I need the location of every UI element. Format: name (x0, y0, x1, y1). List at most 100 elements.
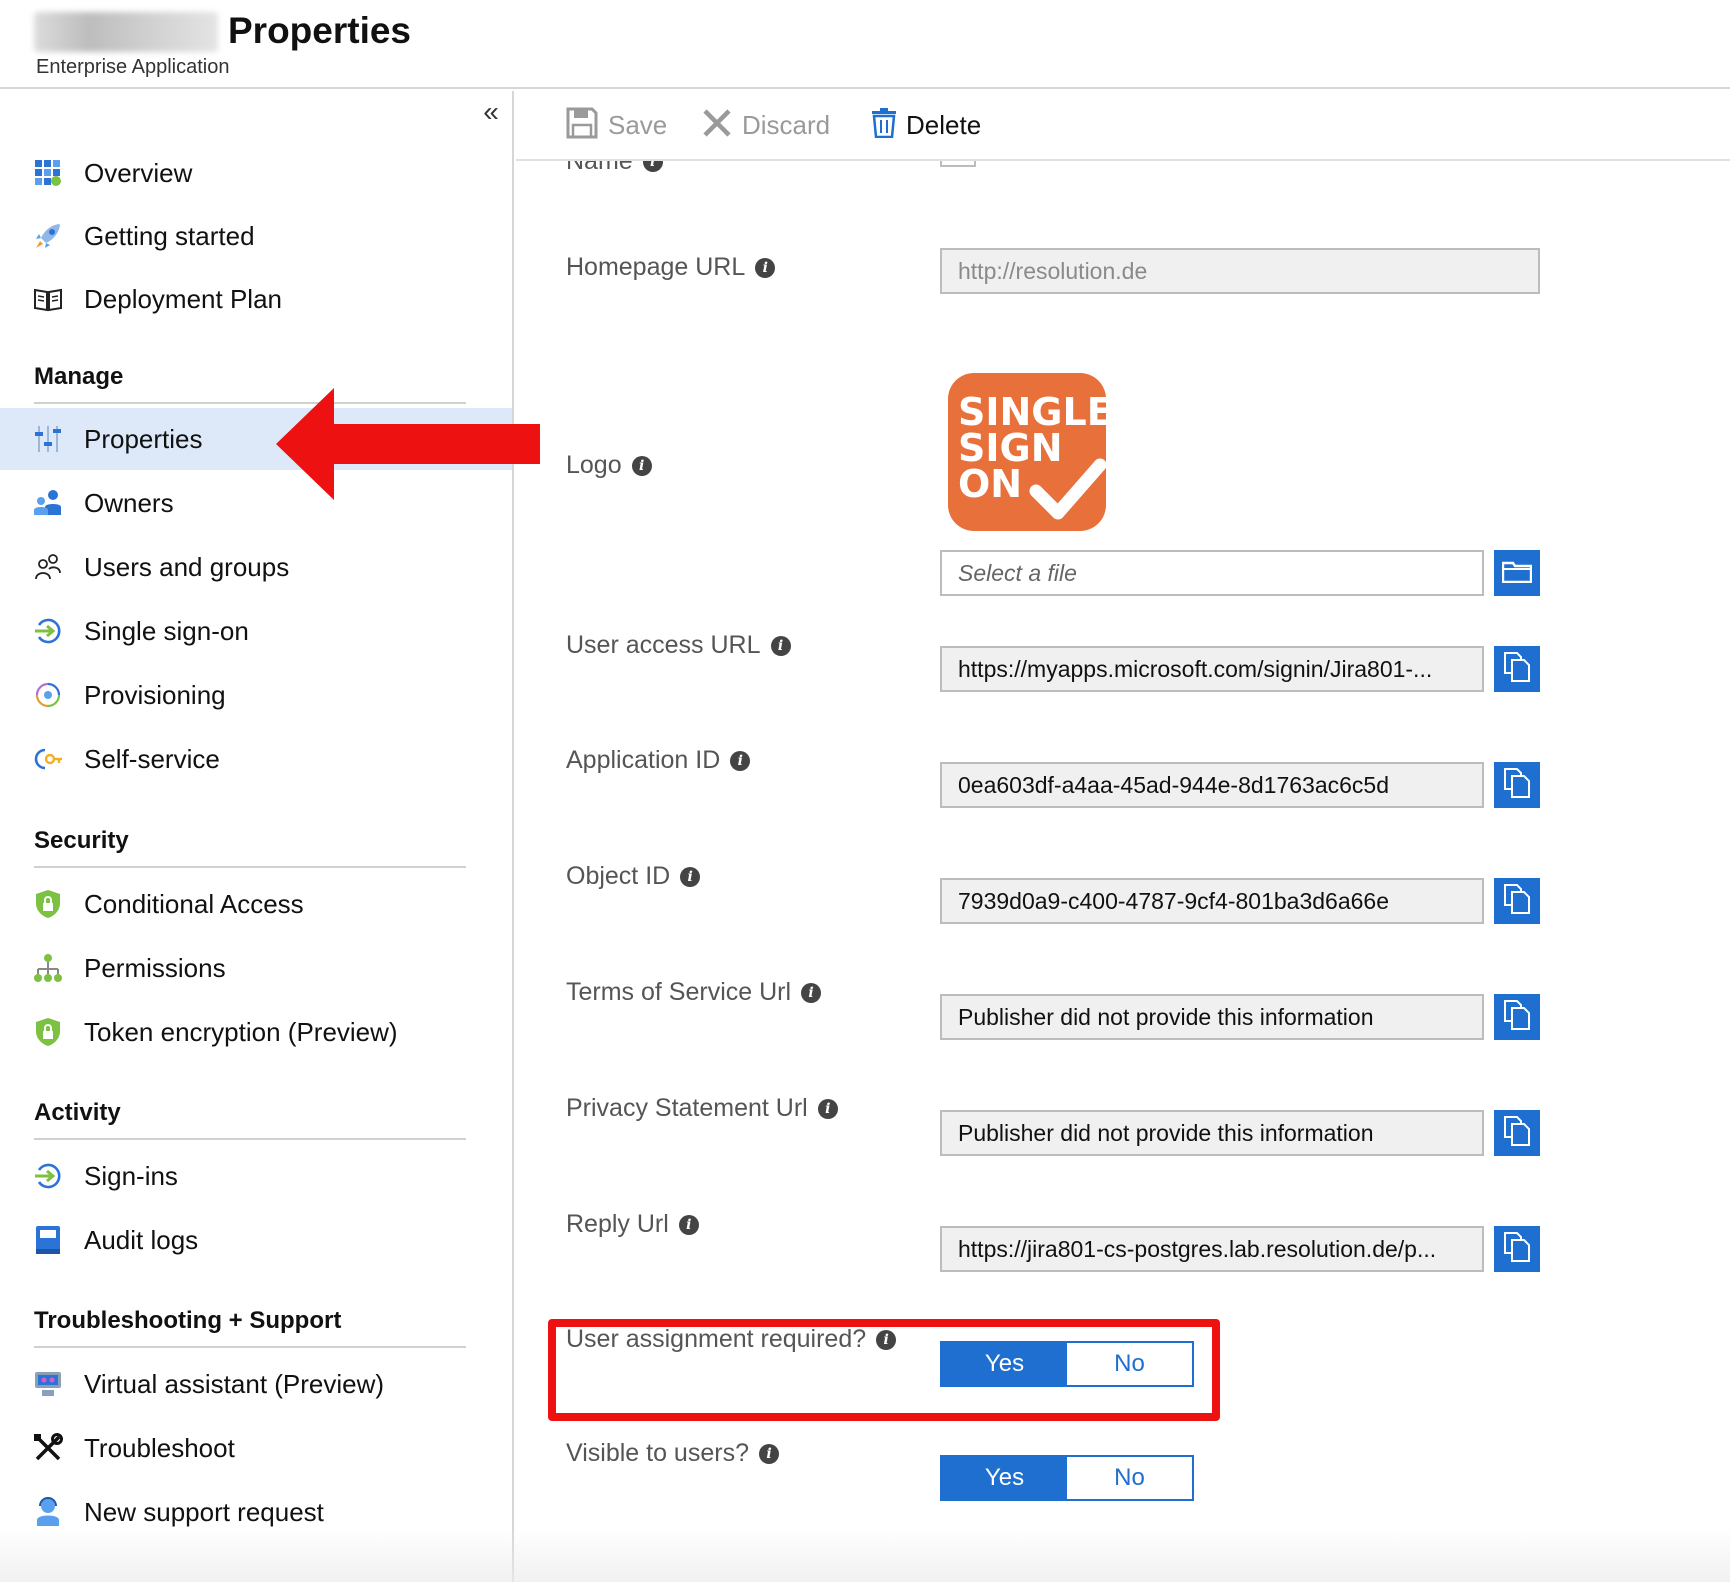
name-input[interactable] (940, 161, 976, 167)
homepage-url-label: Homepage URL i (566, 253, 776, 282)
sidebar-item-self-service[interactable]: Self-service (0, 728, 512, 790)
info-icon[interactable]: i (817, 1098, 838, 1119)
section-heading-troubleshooting: Troubleshooting + Support (34, 1307, 342, 1334)
section-divider (34, 1138, 466, 1140)
privacy-statement-url-field[interactable]: Publisher did not provide this informati… (940, 1110, 1484, 1156)
sign-in-arrow-icon (32, 1160, 64, 1192)
homepage-url-input[interactable]: http://resolution.de (940, 248, 1540, 294)
copy-application-id-button[interactable] (1494, 762, 1540, 808)
info-icon[interactable]: i (730, 750, 751, 771)
visible-to-users-toggle: Yes No (940, 1455, 1194, 1501)
sidebar-item-virtual-assistant[interactable]: Virtual assistant (Preview) (0, 1353, 512, 1415)
terms-of-service-url-field[interactable]: Publisher did not provide this informati… (940, 994, 1484, 1040)
save-label: Save (608, 109, 668, 140)
logo-label: Logo i (566, 451, 652, 480)
folder-icon (1501, 559, 1533, 588)
delete-button[interactable]: Delete (872, 105, 981, 145)
support-person-icon (32, 1496, 64, 1528)
copy-object-id-button[interactable] (1494, 878, 1540, 924)
toggle-no-option[interactable]: No (1067, 1457, 1192, 1499)
sidebar-item-label: Single sign-on (84, 615, 249, 646)
logo-text-line: ON (958, 462, 1022, 506)
copy-icon (1503, 1231, 1531, 1268)
info-icon[interactable]: i (755, 257, 776, 278)
app-name-redacted (34, 12, 218, 52)
terms-of-service-url-label: Terms of Service Url i (566, 978, 822, 1007)
trash-icon (872, 107, 896, 143)
reply-url-label: Reply Url i (566, 1210, 699, 1239)
application-id-field[interactable]: 0ea603df-a4aa-45ad-944e-8d1763ac6c5d (940, 762, 1484, 808)
info-icon[interactable]: i (801, 982, 822, 1003)
sidebar-item-getting-started[interactable]: Getting started (0, 205, 512, 267)
sidebar-item-label: Owners (84, 487, 174, 518)
annotation-arrow (276, 388, 540, 500)
copy-privacy-url-button[interactable] (1494, 1110, 1540, 1156)
sidebar-item-label: Audit logs (84, 1224, 199, 1255)
copy-terms-url-button[interactable] (1494, 994, 1540, 1040)
browse-file-button[interactable] (1494, 550, 1540, 596)
sidebar-item-provisioning[interactable]: Provisioning (0, 664, 512, 726)
sign-in-arrow-icon (32, 615, 64, 647)
discard-button[interactable]: Discard (702, 105, 830, 145)
people-icon (32, 487, 64, 519)
sidebar-item-label: Provisioning (84, 679, 226, 710)
sidebar-item-label: Permissions (84, 952, 226, 983)
shield-lock-icon (32, 888, 64, 920)
collapse-sidebar-icon[interactable]: « (478, 98, 504, 127)
toggle-no-option[interactable]: No (1067, 1343, 1192, 1385)
blade-header: Properties Enterprise Application (0, 0, 1730, 89)
sidebar-item-label: Conditional Access (84, 888, 304, 919)
info-icon[interactable]: i (876, 1329, 897, 1350)
visible-to-users-label: Visible to users? i (566, 1439, 779, 1468)
sidebar-item-new-support-request[interactable]: New support request (0, 1481, 512, 1543)
sidebar-item-label: New support request (84, 1496, 324, 1527)
logo-file-input[interactable]: Select a file (940, 550, 1484, 596)
page-title: Properties (228, 10, 412, 51)
copy-icon (1503, 883, 1531, 920)
sidebar-item-token-encryption[interactable]: Token encryption (Preview) (0, 1001, 512, 1063)
rocket-icon (32, 220, 64, 252)
copy-icon (1503, 767, 1531, 804)
sidebar-item-troubleshoot[interactable]: Troubleshoot (0, 1417, 512, 1479)
toggle-yes-option[interactable]: Yes (942, 1457, 1067, 1499)
info-icon[interactable]: i (680, 866, 701, 887)
key-icon (32, 743, 64, 775)
assistant-icon (32, 1368, 64, 1400)
object-id-field[interactable]: 7939d0a9-c400-4787-9cf4-801ba3d6a66e (940, 878, 1484, 924)
sidebar-item-permissions[interactable]: Permissions (0, 937, 512, 999)
info-icon[interactable]: i (642, 161, 663, 172)
sidebar-item-overview[interactable]: Overview (0, 142, 512, 204)
save-button[interactable]: Save (566, 105, 667, 145)
reply-url-field[interactable]: https://jira801-cs-postgres.lab.resoluti… (940, 1226, 1484, 1272)
sidebar-item-label: Token encryption (Preview) (84, 1016, 398, 1047)
user-assignment-required-toggle: Yes No (940, 1341, 1194, 1387)
delete-label: Delete (906, 109, 982, 140)
sidebar: « Overview Getting started Deployment Pl… (0, 91, 540, 1582)
sidebar-item-label: Properties (84, 423, 203, 454)
sidebar-item-single-sign-on[interactable]: Single sign-on (0, 600, 512, 662)
user-group-icon (32, 551, 64, 583)
info-icon[interactable]: i (678, 1214, 699, 1235)
sidebar-item-deployment-plan[interactable]: Deployment Plan (0, 268, 512, 330)
sidebar-item-conditional-access[interactable]: Conditional Access (0, 873, 512, 935)
info-icon[interactable]: i (758, 1443, 779, 1464)
privacy-statement-url-label: Privacy Statement Url i (566, 1094, 838, 1123)
toggle-yes-option[interactable]: Yes (942, 1343, 1067, 1385)
tools-icon (32, 1432, 64, 1464)
section-heading-activity: Activity (34, 1099, 121, 1126)
copy-reply-url-button[interactable] (1494, 1226, 1540, 1272)
grid-icon (32, 157, 64, 189)
sidebar-item-audit-logs[interactable]: Audit logs (0, 1209, 512, 1271)
sidebar-item-label: Overview (84, 157, 193, 188)
info-icon[interactable]: i (770, 635, 791, 656)
sidebar-item-users-and-groups[interactable]: Users and groups (0, 536, 512, 598)
log-book-icon (32, 1224, 64, 1256)
sidebar-item-sign-ins[interactable]: Sign-ins (0, 1145, 512, 1207)
copy-user-access-url-button[interactable] (1494, 646, 1540, 692)
info-icon[interactable]: i (631, 455, 652, 476)
application-id-label: Application ID i (566, 746, 751, 775)
discard-label: Discard (742, 109, 831, 140)
sidebar-item-label: Users and groups (84, 551, 290, 582)
copy-icon (1503, 1115, 1531, 1152)
user-access-url-field[interactable]: https://myapps.microsoft.com/signin/Jira… (940, 646, 1484, 692)
